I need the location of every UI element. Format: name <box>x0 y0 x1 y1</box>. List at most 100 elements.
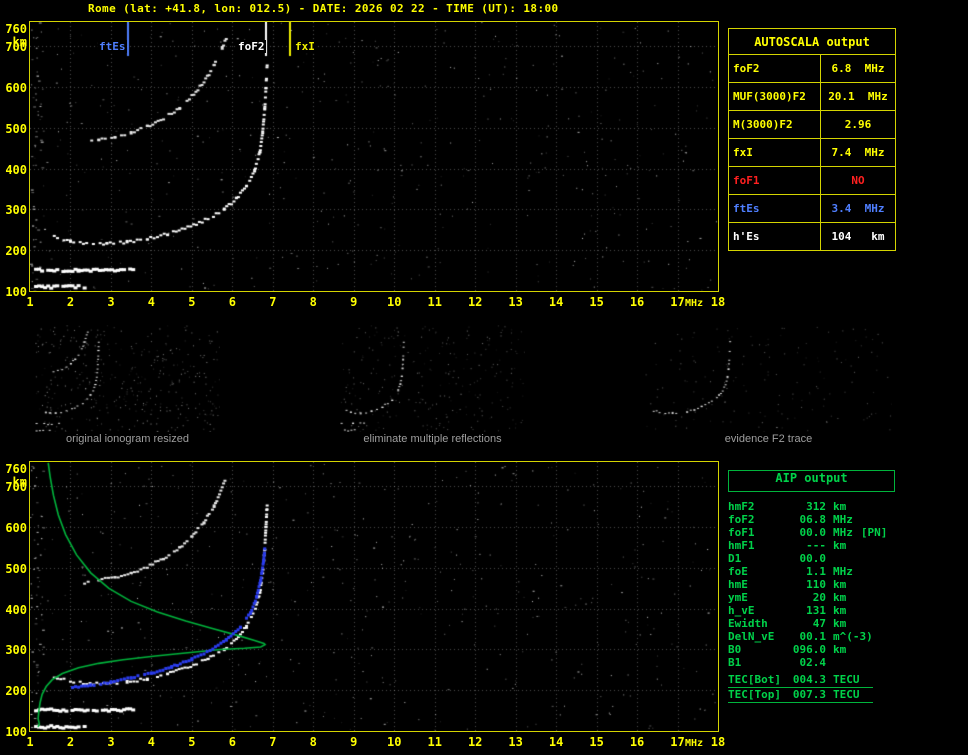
aip-param-unit: MHz <box>833 526 853 539</box>
x-tick-label: 12 <box>467 735 483 749</box>
aip-param-unit: km <box>833 500 847 513</box>
autoscala-row-value: 7.4 MHz <box>820 138 896 167</box>
autoscala-row-label: MUF(3000)F2 <box>728 82 821 111</box>
aip-param-value: 06.8 <box>799 513 827 526</box>
aip-row: hmE 110 km <box>728 578 873 591</box>
x-tick-label: 4 <box>147 735 156 749</box>
x-tick-label: 2 <box>66 295 75 309</box>
aip-param-name: B1 <box>728 656 742 669</box>
x-axis-unit-label: MHz <box>685 298 704 309</box>
aip-param-name: hmE <box>728 578 748 591</box>
aip-param-name: foE <box>728 565 748 578</box>
aip-param-name: ymE <box>728 591 748 604</box>
autoscala-row: fxI 7.4 MHz <box>728 138 896 167</box>
x-tick-label: 13 <box>508 295 523 309</box>
aip-row: Ewidth 47 km <box>728 617 873 630</box>
thumbnail-evidence-f2-trace <box>645 325 892 432</box>
aip-param-value: --- <box>806 539 826 552</box>
aip-param-name: DelN_vE <box>728 630 775 643</box>
aip-row: B0 096.0 km <box>728 643 873 656</box>
aip-param-unit: km <box>833 617 847 630</box>
x-tick-label: 11 <box>427 295 442 309</box>
aip-param-name: Ewidth <box>728 617 768 630</box>
x-tick-label: 2 <box>66 735 75 749</box>
thumbnail-original-ionogram <box>35 325 220 432</box>
aip-param-name: hmF2 <box>728 500 755 513</box>
autoscala-row: ftEs 3.4 MHz <box>728 194 896 223</box>
y-tick-label: 700 <box>5 40 27 55</box>
aip-param-note: [PN] <box>860 526 888 539</box>
aip-param-value: 004.3 <box>792 673 826 686</box>
x-tick-label: 5 <box>188 295 196 309</box>
autoscala-row: MUF(3000)F2 20.1 MHz <box>728 82 896 111</box>
x-tick-label: 7 <box>269 295 277 309</box>
autoscala-output-table: AUTOSCALA output foF2 6.8 MHz MUF(3000)F2 2… <box>728 28 896 251</box>
x-tick-label: 5 <box>188 735 196 749</box>
aip-row: hmF1 --- km <box>728 539 873 552</box>
aip-param-name: TEC[Bot] <box>728 673 781 686</box>
x-tick-label: 6 <box>228 295 236 309</box>
autoscala-row: h'Es 104 km <box>728 222 896 251</box>
thumbnail-caption: eliminate multiple reflections <box>363 433 502 445</box>
autoscala-row-value: 6.8 MHz <box>820 54 896 83</box>
x-tick-label: 12 <box>467 295 483 309</box>
thumbnail-caption: original ionogram resized <box>66 433 189 445</box>
fxi-marker-label: fxI <box>294 40 316 53</box>
aip-panel-title: AIP output <box>728 470 895 492</box>
aip-row: foE 1.1 MHz <box>728 565 873 578</box>
x-tick-label: 10 <box>387 295 402 309</box>
ionogram-canvas-bottom <box>30 462 718 731</box>
x-tick-label: 15 <box>589 295 604 309</box>
aip-param-unit: TECU <box>833 688 860 701</box>
autoscala-row: foF1 NO <box>728 166 896 195</box>
x-tick-label: 9 <box>350 295 358 309</box>
x-tick-label: 18 <box>710 735 726 749</box>
aip-param-value: 007.3 <box>792 688 826 701</box>
y-tick-label: 700 <box>5 480 27 495</box>
aip-param-unit: km <box>833 604 847 617</box>
x-axis-unit-label: MHz <box>685 738 704 749</box>
thumbnail-caption: evidence F2 trace <box>724 433 813 445</box>
aip-param-unit: km <box>833 591 847 604</box>
y-tick-label: 760 <box>5 462 27 476</box>
autoscala-row-value: 3.4 MHz <box>820 194 896 223</box>
autoscala-row-label: ftEs <box>728 194 821 223</box>
x-tick-label: 3 <box>107 295 115 309</box>
aip-row: B1 02.4 <box>728 656 873 669</box>
autoscala-row-label: foF1 <box>728 166 821 195</box>
aip-param-value: 131 <box>806 604 826 617</box>
y-tick-label: 500 <box>5 121 27 136</box>
aip-param-value: 00.0 <box>799 552 827 565</box>
fof2-marker-label: foF2 <box>237 40 266 53</box>
x-tick-label: 3 <box>107 735 115 749</box>
x-tick-label: 6 <box>228 735 236 749</box>
x-tick-label: 8 <box>309 295 317 309</box>
aip-row: D1 00.0 <box>728 552 873 565</box>
aip-param-name: foF2 <box>728 513 755 526</box>
aip-param-unit: MHz <box>833 565 853 578</box>
x-tick-label: 4 <box>147 295 156 309</box>
aip-param-unit: TECU <box>833 673 860 686</box>
aip-param-name: D1 <box>728 552 742 565</box>
aip-row: foF1 00.0 MHz [PN] <box>728 526 887 539</box>
x-tick-label: 14 <box>548 295 564 309</box>
x-tick-label: 9 <box>350 735 358 749</box>
autoscala-row-label: fxI <box>728 138 821 167</box>
aip-param-unit: km <box>833 539 847 552</box>
y-tick-label: 400 <box>5 602 27 617</box>
y-tick-label: 760 <box>5 22 27 36</box>
x-tick-label: 1 <box>26 295 34 309</box>
autoscala-row-value: NO <box>820 166 896 195</box>
x-tick-label: 11 <box>427 735 442 749</box>
aip-param-name: h_vE <box>728 604 755 617</box>
autoscala-row-value: 2.96 <box>820 110 896 139</box>
autoscala-window: Rome (lat: +41.8, lon: 012.5) - DATE: 20… <box>0 0 968 755</box>
autoscala-row-label: M(3000)F2 <box>728 110 821 139</box>
aip-row: h_vE 131 km <box>728 604 873 617</box>
aip-param-value: 02.4 <box>799 656 827 669</box>
x-tick-label: 15 <box>589 735 604 749</box>
ionogram-canvas-top <box>30 22 718 291</box>
y-tick-label: 200 <box>5 244 27 259</box>
aip-param-unit: m^(-3) <box>833 630 873 643</box>
autoscala-row-label: h'Es <box>728 222 821 251</box>
